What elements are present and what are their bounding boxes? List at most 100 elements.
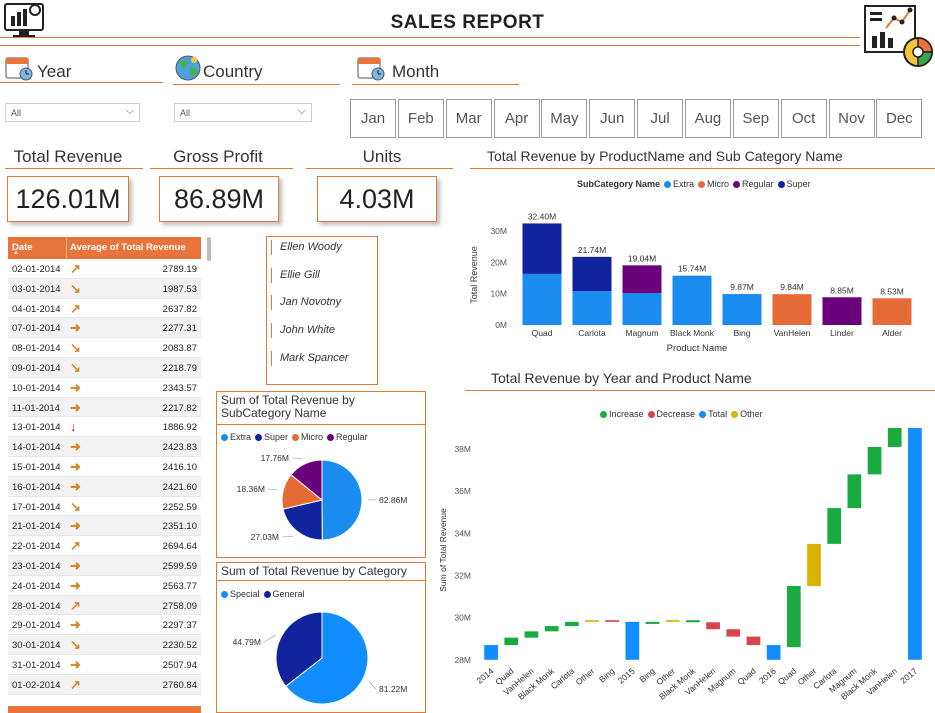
table-row[interactable]: 24-01-2014 ➜ 2563.77 [8,576,201,596]
legend-item[interactable]: Regular [327,432,368,442]
salesperson-item[interactable]: Mark Spancer [271,350,348,366]
country-dropdown[interactable]: All ⌵ [174,103,312,122]
month-button-jul[interactable]: Jul [637,99,684,138]
month-button-may[interactable]: May [541,99,588,138]
date-cell: 01-02-2014 [12,679,61,691]
year-dropdown[interactable]: All ⌵ [5,103,140,122]
month-button-sep[interactable]: Sep [732,99,779,138]
bar-segment[interactable] [522,273,562,325]
waterfall-bar[interactable] [887,428,902,447]
table-row[interactable]: 04-01-2014 ↗ 2637.82 [8,299,201,319]
legend-item[interactable]: Decrease [647,409,695,419]
waterfall-bar[interactable] [484,645,498,660]
month-button-apr[interactable]: Apr [493,99,540,138]
legend-item[interactable]: Extra [221,432,251,442]
waterfall-bar[interactable] [807,543,821,587]
waterfall-bar[interactable] [686,620,700,623]
waterfall-bar[interactable] [726,629,741,637]
legend-item[interactable]: Total [699,409,727,419]
table-row[interactable]: 13-01-2014 ↓ 1886.92 [8,417,201,438]
table-row[interactable]: 21-01-2014 ➜ 2351.10 [8,516,201,537]
month-button-feb[interactable]: Feb [397,99,444,138]
table-row[interactable]: 10-01-2014 ➜ 2343.57 [8,378,201,398]
salesperson-item[interactable]: John White [271,323,335,339]
waterfall-bar[interactable] [564,621,579,627]
waterfall-bar[interactable] [746,636,761,646]
bar-segment[interactable] [672,275,712,325]
waterfall-bar[interactable] [524,631,539,638]
month-button-jan[interactable]: Jan [350,99,396,138]
waterfall-bar[interactable] [908,428,922,660]
month-button-aug[interactable]: Aug [684,99,731,138]
waterfall-bar[interactable] [706,622,720,630]
table-row[interactable]: 17-01-2014 ↘ 2252.59 [8,497,201,517]
month-button-nov[interactable]: Nov [828,99,875,138]
legend-item[interactable]: Other [731,409,763,419]
salesperson-item[interactable]: Ellie Gill [271,267,320,283]
table-row[interactable]: 11-01-2014 ➜ 2217.82 [8,397,201,418]
month-button-dec[interactable]: Dec [876,99,923,138]
legend-item[interactable]: Increase [600,409,644,419]
table-row[interactable]: 23-01-2014 ➜ 2599.59 [8,555,201,576]
table-row[interactable]: 29-01-2014 ➜ 2297.37 [8,615,201,636]
legend-item[interactable]: Regular [733,179,774,189]
bar-segment[interactable] [572,291,612,325]
legend-item[interactable]: Micro [292,432,323,442]
column-header-average[interactable]: Average of Total Revenue [70,242,186,253]
waterfall-bar[interactable] [786,586,801,648]
table-row[interactable]: 28-01-2014 ↗ 2758.09 [8,595,201,616]
bar-segment[interactable] [572,256,612,292]
table-row[interactable]: 14-01-2014 ➜ 2423.83 [8,437,201,457]
waterfall-bar[interactable] [625,621,640,660]
table-row[interactable]: 09-01-2014 ↘ 2218.79 [8,357,201,378]
waterfall-bar[interactable] [504,637,519,646]
bar-segment[interactable] [872,298,912,325]
waterfall-bar[interactable] [847,474,862,509]
legend-item[interactable]: Super [255,432,288,442]
legend-item[interactable]: General [263,589,305,599]
trend-arrow-icon: ↗ [70,300,81,316]
y-tick-label: 30M [454,613,471,623]
bar-segment[interactable] [522,223,562,274]
legend-item[interactable]: Extra [664,179,694,189]
pie-slice[interactable] [321,459,363,541]
table-row[interactable]: 03-01-2014 ↘ 1987.53 [8,278,201,299]
table-row[interactable]: 15-01-2014 ➜ 2416.10 [8,457,201,477]
waterfall-bar[interactable] [766,645,781,660]
bar-segment[interactable] [722,294,762,325]
month-button-oct[interactable]: Oct [780,99,827,138]
scrollbar[interactable] [207,237,211,261]
salesperson-item[interactable]: Jan Novotny [271,295,341,311]
table-row[interactable]: 31-01-2014 ➜ 2507.94 [8,655,201,675]
table-row[interactable]: 30-01-2014 ↘ 2230.52 [8,635,201,655]
salesperson-item[interactable]: Ellen Woody [271,240,342,255]
waterfall-bar[interactable] [867,446,882,475]
trend-arrow-icon: ➜ [70,439,81,455]
table-row[interactable]: 22-01-2014 ↗ 2694.64 [8,536,201,556]
revenue-table[interactable]: Date ▲ Average of Total Revenue 02-01-20… [8,237,201,695]
month-button-mar[interactable]: Mar [445,99,492,138]
sort-ascending-icon[interactable]: ▲ [13,250,19,256]
waterfall-bar[interactable] [645,621,660,624]
waterfall-bar[interactable] [544,626,559,632]
date-cell: 28-01-2014 [12,600,61,612]
table-row[interactable]: 08-01-2014 ↘ 2083.87 [8,338,201,358]
bar-segment[interactable] [622,265,662,294]
bar-chart: 30M 20M 10M 0M Total Revenue 32.40M Quad 21.74M… [469,211,912,354]
legend-item[interactable]: Micro [698,179,729,189]
bar-segment[interactable] [822,297,862,325]
table-row[interactable]: 02-01-2014 ↗ 2789.19 [8,259,201,279]
month-button-jun[interactable]: Jun [589,99,636,138]
legend-item[interactable]: Super [777,179,811,189]
waterfall-bar[interactable] [827,508,842,544]
date-cell: 22-01-2014 [12,541,61,553]
table-row[interactable]: 16-01-2014 ➜ 2421.60 [8,476,201,497]
bar-segment[interactable] [622,293,662,325]
bar-segment[interactable] [772,294,812,325]
legend-item[interactable]: Special [221,589,260,599]
waterfall-bar[interactable] [605,620,620,622]
table-row[interactable]: 07-01-2014 ➜ 2277.31 [8,318,201,339]
table-row[interactable]: 01-02-2014 ↗ 2760.84 [8,674,201,695]
waterfall-bar[interactable] [585,620,599,622]
waterfall-bar[interactable] [665,620,680,622]
